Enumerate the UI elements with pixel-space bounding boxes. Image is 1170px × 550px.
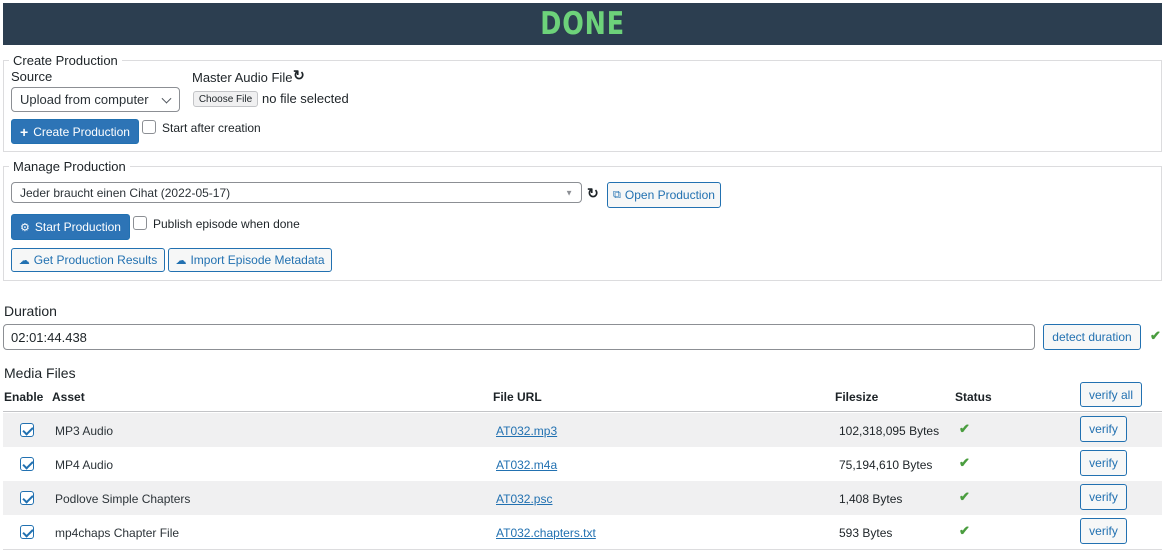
triangle-down-icon: ▼ — [565, 188, 573, 197]
start-production-label: Start Production — [34, 220, 121, 234]
verify-label: verify — [1089, 524, 1118, 538]
source-select-value: Upload from computer — [20, 92, 149, 107]
external-link-icon: ⧉ — [613, 188, 621, 201]
enable-checkbox[interactable] — [20, 491, 34, 505]
import-episode-metadata-button[interactable]: ☁ Import Episode Metadata — [168, 248, 332, 272]
source-label: Source — [11, 69, 53, 84]
production-select-value: Jeder braucht einen Cihat (2022-05-17) — [20, 185, 231, 200]
filesize-cell: 75,194,610 Bytes — [839, 458, 933, 472]
start-after-creation-checkbox[interactable] — [142, 120, 156, 134]
verify-label: verify — [1089, 490, 1118, 504]
header-file-url: File URL — [493, 390, 542, 404]
table-row: Podlove Simple Chapters AT032.psc 1,408 … — [3, 481, 1162, 515]
check-icon: ✔ — [959, 523, 970, 538]
duration-title: Duration — [4, 303, 57, 319]
manage-production-legend: Manage Production — [13, 159, 126, 174]
filesize-cell: 1,408 Bytes — [839, 492, 903, 506]
verify-label: verify — [1089, 422, 1118, 436]
verify-button[interactable]: verify — [1080, 484, 1127, 510]
start-after-creation-label: Start after creation — [162, 121, 261, 135]
enable-checkbox[interactable] — [20, 457, 34, 471]
asset-cell: mp4chaps Chapter File — [55, 526, 180, 540]
open-production-button[interactable]: ⧉ Open Production — [607, 182, 721, 208]
import-episode-metadata-label: Import Episode Metadata — [190, 253, 325, 267]
header-enable: Enable — [4, 390, 44, 404]
media-files-title: Media Files — [4, 365, 76, 381]
file-url-link[interactable]: AT032.mp3 — [496, 424, 557, 438]
check-icon: ✔ — [959, 421, 970, 436]
table-row: mp4chaps Chapter File AT032.chapters.txt… — [3, 515, 1162, 549]
verify-button[interactable]: verify — [1080, 518, 1127, 544]
open-production-label: Open Production — [624, 188, 715, 202]
verify-label: verify — [1089, 456, 1118, 470]
verify-button[interactable]: verify — [1080, 416, 1127, 442]
refresh-icon[interactable]: ↻ — [587, 185, 599, 202]
check-icon: ✔ — [959, 455, 970, 470]
publish-when-done-label: Publish episode when done — [153, 217, 300, 231]
get-production-results-label: Get Production Results — [33, 253, 158, 267]
header-status: Status — [955, 390, 992, 404]
table-row: MP3 Audio AT032.mp3 102,318,095 Bytes ✔ … — [3, 413, 1162, 447]
production-select[interactable]: Jeder braucht einen Cihat (2022-05-17) ▼ — [11, 182, 582, 203]
filesize-cell: 102,318,095 Bytes — [839, 424, 940, 438]
table-row: MP4 Audio AT032.m4a 75,194,610 Bytes ✔ v… — [3, 447, 1162, 481]
publish-when-done-checkbox[interactable] — [133, 216, 147, 230]
check-icon: ✔ — [959, 489, 970, 504]
master-audio-label: Master Audio File — [192, 70, 293, 85]
choose-file-button[interactable]: Choose File — [193, 91, 258, 107]
source-select[interactable]: Upload from computer — [11, 87, 180, 112]
filesize-cell: 593 Bytes — [839, 526, 893, 540]
detect-duration-label: detect duration — [1052, 330, 1132, 344]
enable-checkbox[interactable] — [20, 525, 34, 539]
plus-icon: + — [20, 123, 29, 140]
file-url-link[interactable]: AT032.chapters.txt — [496, 526, 596, 540]
start-production-button[interactable]: ⚙ Start Production — [11, 214, 130, 240]
check-icon: ✔ — [1150, 328, 1161, 343]
duration-value: 02:01:44.438 — [11, 329, 87, 345]
create-production-button[interactable]: + Create Production — [11, 119, 139, 144]
verify-button[interactable]: verify — [1080, 450, 1127, 476]
verify-all-button[interactable]: verify all — [1080, 382, 1142, 407]
duration-input[interactable]: 02:01:44.438 — [3, 324, 1035, 350]
cloud-download-icon: ☁ — [175, 254, 187, 267]
file-url-link[interactable]: AT032.m4a — [496, 458, 557, 472]
create-production-legend: Create Production — [13, 53, 118, 68]
file-url-link[interactable]: AT032.psc — [496, 492, 552, 506]
status-banner: DONE — [3, 3, 1162, 45]
asset-cell: MP4 Audio — [55, 458, 114, 472]
chevron-down-icon — [161, 93, 172, 104]
detect-duration-button[interactable]: detect duration — [1043, 324, 1141, 350]
asset-cell: Podlove Simple Chapters — [55, 492, 191, 506]
gears-icon: ⚙ — [20, 221, 30, 234]
cloud-download-icon: ☁ — [18, 254, 30, 267]
enable-checkbox[interactable] — [20, 423, 34, 437]
table-header-divider — [3, 411, 1162, 412]
verify-all-label: verify all — [1088, 387, 1133, 402]
status-text: DONE — [540, 6, 625, 42]
no-file-text: no file selected — [262, 91, 349, 106]
asset-cell: MP3 Audio — [55, 424, 114, 438]
get-production-results-button[interactable]: ☁ Get Production Results — [11, 248, 165, 272]
header-filesize: Filesize — [835, 390, 879, 404]
create-production-label: Create Production — [33, 124, 130, 139]
refresh-icon[interactable]: ↻ — [293, 67, 305, 84]
header-asset: Asset — [52, 390, 85, 404]
